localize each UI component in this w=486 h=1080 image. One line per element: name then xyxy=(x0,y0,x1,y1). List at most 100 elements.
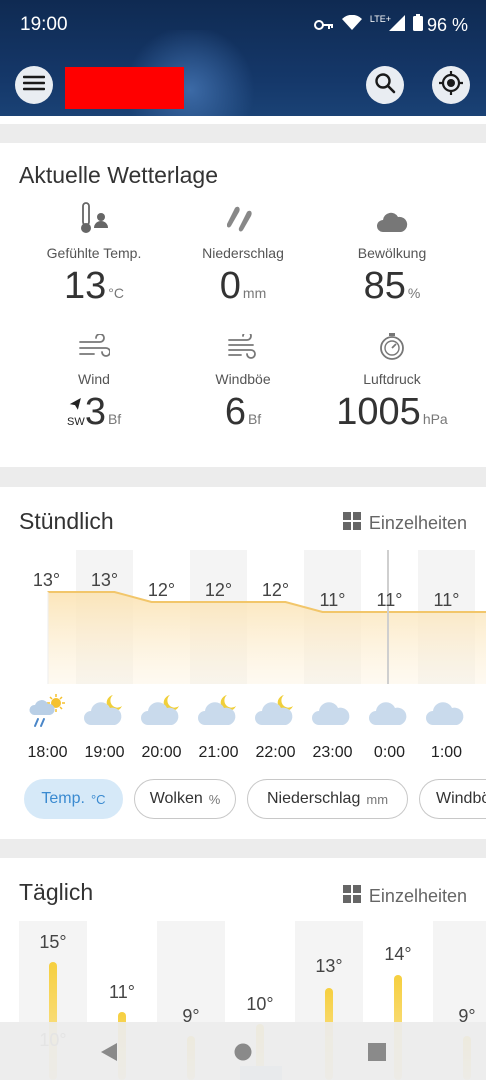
hourly-temp-label: 12° xyxy=(261,580,290,600)
grid-icon xyxy=(342,885,361,908)
hourly-temp-label: 13° xyxy=(32,570,61,590)
cloud-cover-unit: % xyxy=(407,285,421,301)
current-title: Aktuelle Wetterlage xyxy=(19,162,219,188)
gust-item: Windböe 6 Bf xyxy=(168,331,318,434)
hourly-temp-label: 13° xyxy=(90,570,119,590)
cloud-cover-item: Bewölkung 85% xyxy=(317,205,467,308)
feels-like-label: Gefühlte Temp. xyxy=(46,245,142,261)
temperature-area xyxy=(47,592,486,684)
search-icon xyxy=(374,72,396,99)
grid-icon xyxy=(342,512,361,535)
app-header: 19:00 LTE+ 96 % xyxy=(0,0,486,116)
rain-icon xyxy=(226,204,259,239)
hourly-temperature-chart xyxy=(47,591,486,684)
daily-details-link[interactable]: Einzelheiten xyxy=(342,885,467,908)
locate-button[interactable] xyxy=(432,66,470,104)
hourly-title: Stündlich xyxy=(19,508,114,534)
home-icon[interactable] xyxy=(234,1043,252,1066)
cloud-cover-label: Bewölkung xyxy=(357,245,427,261)
chip-wind-gust-label: Windbö xyxy=(436,790,486,807)
chip-precipitation-unit: mm xyxy=(366,791,389,807)
hourly-time-label: 18:00 xyxy=(27,744,68,761)
chip-clouds-unit: % xyxy=(208,791,221,807)
battery-level: 96 % xyxy=(426,14,468,35)
recents-icon[interactable] xyxy=(368,1043,386,1066)
status-bar: 19:00 LTE+ 96 % xyxy=(0,0,486,52)
system-nav-bar xyxy=(0,1022,486,1080)
wind-direction: SW xyxy=(67,416,85,428)
hourly-time-label: 21:00 xyxy=(198,744,239,761)
cloud-moon-icon xyxy=(197,693,241,729)
feels-like-item: Gefühlte Temp. 13 °C xyxy=(19,202,169,308)
cloud-icon xyxy=(425,693,469,729)
hourly-time-label: 19:00 xyxy=(84,744,125,761)
feels-like-value: 13 xyxy=(64,265,107,307)
wind-item: Wind SW 3 Bf xyxy=(19,331,169,434)
cloud-moon-icon xyxy=(83,693,127,729)
wind-unit: Bf xyxy=(107,411,122,427)
chip-clouds-label: Wolken xyxy=(149,790,203,807)
chip-precipitation-label: Niederschlag xyxy=(266,790,361,807)
hourly-time-label: 0:00 xyxy=(373,744,406,761)
gust-label: Windböe xyxy=(215,371,271,387)
chip-temperature[interactable]: Temp. °C xyxy=(24,779,123,819)
current-time-marker xyxy=(387,550,389,684)
cloud-moon-icon xyxy=(254,693,298,729)
hourly-time-label: 23:00 xyxy=(312,744,353,761)
search-button[interactable] xyxy=(366,66,404,104)
feels-like-unit: °C xyxy=(108,285,124,301)
wifi-icon xyxy=(341,14,362,36)
daily-max-temp: 11° xyxy=(109,982,135,1002)
chip-precipitation[interactable]: Niederschlag mm xyxy=(247,779,408,819)
daily-max-temp: 13° xyxy=(315,956,343,976)
wind-direction-icon xyxy=(67,397,85,416)
gust-unit: Bf xyxy=(247,411,262,427)
daily-max-temp: 10° xyxy=(246,994,274,1014)
hourly-temp-label: 12° xyxy=(147,580,176,600)
signal-icon xyxy=(388,14,405,36)
precipitation-value: 0 xyxy=(219,265,241,307)
pressure-unit: hPa xyxy=(422,411,448,427)
wind-value: 3 xyxy=(84,391,106,433)
network-type: LTE+ xyxy=(369,14,391,24)
hourly-time-label: 22:00 xyxy=(255,744,296,761)
barometer-icon xyxy=(378,332,406,365)
menu-button[interactable] xyxy=(15,66,53,104)
status-time: 19:00 xyxy=(20,14,68,35)
daily-max-temp: 14° xyxy=(384,944,412,964)
battery-icon xyxy=(412,14,423,36)
chip-temperature-label: Temp. xyxy=(41,790,85,807)
cloud-icon xyxy=(368,693,412,729)
cloud-icon xyxy=(311,693,355,729)
redacted-location-title xyxy=(65,67,184,109)
daily-details-label: Einzelheiten xyxy=(368,886,467,906)
precipitation-label: Niederschlag xyxy=(202,245,284,261)
hourly-temp-label: 12° xyxy=(204,580,233,600)
cloud-cover-value: 85 xyxy=(363,265,406,307)
hourly-time-label: 20:00 xyxy=(141,744,182,761)
hourly-temp-label: 11° xyxy=(376,590,403,610)
pressure-label: Luftdruck xyxy=(363,371,421,387)
thermometer-person-icon xyxy=(79,202,109,239)
header-strip xyxy=(0,116,486,124)
menu-icon xyxy=(22,75,46,96)
chip-clouds[interactable]: Wolken% xyxy=(134,779,236,819)
wind-label: Wind xyxy=(78,371,110,387)
current-conditions-card: Aktuelle Wetterlage Gefühlte Temp. 13 °C … xyxy=(0,143,486,467)
precipitation-item: Niederschlag 0 mm xyxy=(168,205,318,308)
precipitation-unit: mm xyxy=(242,285,267,301)
back-icon[interactable] xyxy=(100,1042,118,1067)
hourly-details-label: Einzelheiten xyxy=(368,513,467,533)
hourly-temp-label: 11° xyxy=(319,590,346,610)
cloud-icon xyxy=(376,210,408,239)
pressure-value: 1005 xyxy=(336,391,421,433)
hourly-details-link[interactable]: Einzelheiten xyxy=(342,512,467,535)
locate-icon xyxy=(438,70,464,101)
sun-cloud-rain-icon xyxy=(26,693,70,729)
vpn-key-icon xyxy=(313,15,334,36)
hourly-time-label: 1:00 xyxy=(430,744,463,761)
pressure-item: Luftdruck 1005 hPa xyxy=(317,331,467,434)
gust-icon xyxy=(227,331,259,365)
wind-icon xyxy=(78,333,111,365)
chip-wind-gust[interactable]: Windbö xyxy=(419,779,486,819)
